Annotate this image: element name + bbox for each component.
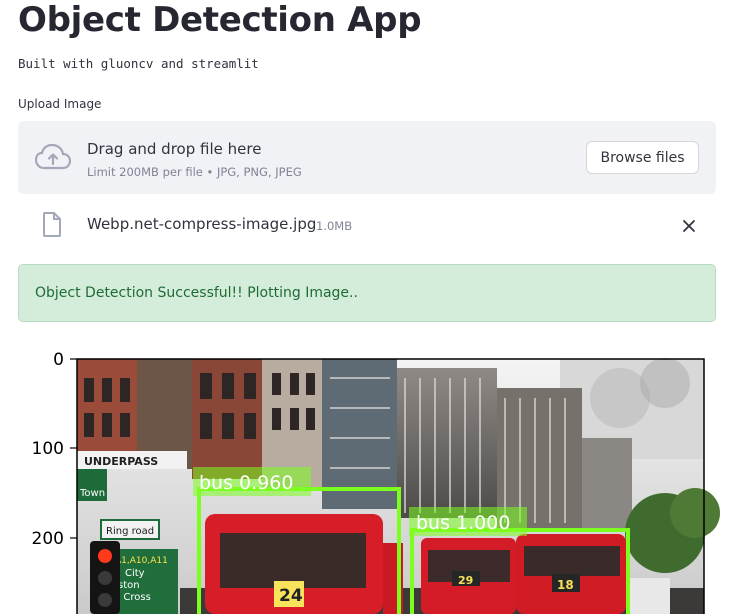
cloud-upload-icon	[35, 143, 71, 170]
y-tick-label-0: 0	[53, 350, 64, 370]
upload-label: Upload Image	[18, 97, 102, 111]
close-icon[interactable]	[680, 217, 698, 235]
y-axis: 0 100 200	[32, 350, 77, 549]
success-alert: Object Detection Successful!! Plotting I…	[18, 264, 716, 322]
detection-plot: 0 100 200 UNDERPASS Town Ring road A1,A1…	[32, 350, 720, 614]
success-alert-text: Object Detection Successful!! Plotting I…	[35, 285, 358, 301]
detection-label-2: bus 1.000	[416, 512, 510, 534]
detection-label-1: bus 0.960	[199, 472, 293, 494]
y-tick-label-200: 200	[32, 529, 64, 549]
scene-bus-number-1: 24	[279, 586, 303, 606]
uploaded-file-name: Webp.net-compress-image.jpg	[87, 215, 317, 233]
scene-sign-route: A1,A10,A11	[115, 556, 168, 566]
file-icon	[43, 212, 61, 237]
page-title: Object Detection App	[18, 0, 422, 40]
scene-sign-ring-road: Ring road	[106, 526, 154, 537]
uploaded-file-size: 1.0MB	[316, 219, 353, 233]
scene-sign-cross: s Cross	[115, 592, 151, 603]
y-tick-label-100: 100	[32, 439, 64, 459]
dropzone-title: Drag and drop file here	[87, 140, 262, 158]
scene-bus-number-3: 18	[557, 578, 574, 592]
dropzone-hint: Limit 200MB per file • JPG, PNG, JPEG	[87, 165, 302, 179]
scene-sign-underpass: UNDERPASS	[84, 455, 158, 468]
scene-sign-ston: ston	[118, 580, 140, 591]
page-subtitle: Built with gluoncv and streamlit	[18, 56, 259, 71]
file-dropzone[interactable]: Drag and drop file here Limit 200MB per …	[18, 121, 716, 194]
scene-bus-number-2: 29	[458, 574, 473, 587]
browse-files-button[interactable]: Browse files	[586, 141, 699, 174]
scene-sign-city: City	[125, 568, 145, 579]
scene-sign-town: Town	[79, 488, 105, 499]
